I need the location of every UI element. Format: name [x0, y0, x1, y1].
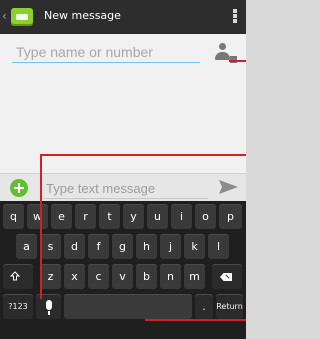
send-icon[interactable] [218, 179, 239, 195]
key-m[interactable]: m [184, 264, 205, 289]
overflow-menu-icon[interactable] [233, 9, 238, 24]
add-attachment-icon[interactable] [10, 179, 28, 197]
key-s[interactable]: s [40, 234, 61, 259]
key-l[interactable]: l [208, 234, 229, 259]
page-title: New message [44, 9, 121, 22]
key-v[interactable]: v [112, 264, 133, 289]
key-r[interactable]: r [75, 204, 96, 229]
key-u[interactable]: u [147, 204, 168, 229]
compose-bar [0, 173, 246, 202]
shift-icon [10, 271, 20, 281]
key-d[interactable]: d [64, 234, 85, 259]
screen: ‹ New message q w e r t y u i o p [0, 0, 246, 339]
key-n[interactable]: n [160, 264, 181, 289]
key-x[interactable]: x [64, 264, 85, 289]
key-c[interactable]: c [88, 264, 109, 289]
key-f[interactable]: f [88, 234, 109, 259]
symbols-key[interactable]: ?123 [3, 294, 33, 319]
period-key[interactable]: . [195, 294, 213, 319]
key-z[interactable]: z [40, 264, 61, 289]
key-e[interactable]: e [51, 204, 72, 229]
annotation-line [229, 60, 246, 62]
key-w[interactable]: w [27, 204, 48, 229]
shift-key[interactable] [3, 264, 33, 289]
key-o[interactable]: o [195, 204, 216, 229]
microphone-icon [46, 300, 52, 315]
key-p[interactable]: p [219, 204, 242, 229]
key-q[interactable]: q [3, 204, 24, 229]
key-a[interactable]: a [16, 234, 37, 259]
return-key[interactable]: Return [216, 294, 243, 319]
key-i[interactable]: i [171, 204, 192, 229]
recipient-input[interactable] [12, 42, 200, 63]
message-input[interactable] [43, 178, 208, 199]
key-j[interactable]: j [160, 234, 181, 259]
space-key[interactable] [64, 294, 192, 319]
key-g[interactable]: g [112, 234, 133, 259]
key-t[interactable]: t [99, 204, 120, 229]
contact-head-icon [219, 43, 226, 50]
annotation-line [145, 319, 246, 321]
annotation-line [40, 154, 246, 156]
recipient-area [0, 34, 246, 174]
key-h[interactable]: h [136, 234, 157, 259]
contact-body-icon [215, 52, 230, 60]
key-b[interactable]: b [136, 264, 157, 289]
messaging-app-icon[interactable] [11, 8, 33, 26]
annotation-line [40, 154, 42, 299]
backspace-icon [220, 273, 232, 281]
key-y[interactable]: y [123, 204, 144, 229]
backspace-key[interactable] [212, 264, 242, 289]
action-bar: ‹ New message [0, 0, 246, 34]
key-k[interactable]: k [184, 234, 205, 259]
chevron-left-icon[interactable]: ‹ [2, 10, 8, 22]
